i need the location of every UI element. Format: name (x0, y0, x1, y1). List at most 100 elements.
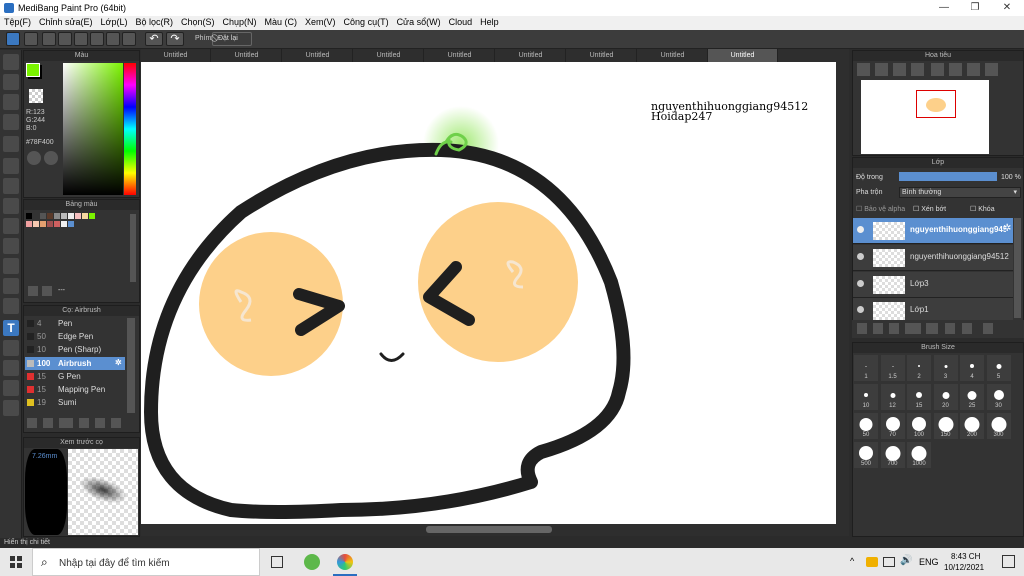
menu-tools[interactable]: Công cụ(T) (340, 16, 393, 28)
add-brush-icon[interactable] (27, 418, 37, 428)
folder-icon[interactable] (95, 418, 105, 428)
palette-scrollbar[interactable] (130, 214, 136, 282)
move-tool-icon[interactable] (3, 136, 19, 152)
duplicate-layer-icon[interactable] (945, 323, 955, 334)
clock-time[interactable]: 8:43 CH (951, 552, 980, 561)
menu-window[interactable]: Cửa sổ(W) (393, 16, 445, 28)
panel-icon[interactable] (106, 32, 120, 46)
menu-view[interactable]: Xem(V) (301, 16, 340, 28)
lasso-tool-icon[interactable] (3, 238, 19, 254)
brush-scrollbar[interactable] (127, 318, 135, 413)
trash-icon[interactable] (42, 286, 52, 296)
brush-item[interactable]: 15 Mapping Pen (25, 383, 125, 396)
brush-size-option[interactable]: 10 (854, 384, 878, 410)
layer-item[interactable]: nguyenthihuonggiang94512 (853, 245, 1013, 271)
brush-size-option[interactable]: 25 (960, 384, 984, 410)
palette-swatch[interactable] (54, 221, 60, 227)
new-page-icon[interactable] (28, 286, 38, 296)
redo-icon[interactable]: ↷ (166, 32, 184, 46)
palette-swatch[interactable] (40, 213, 46, 219)
protect-alpha-checkbox[interactable]: ☐ Bảo vệ alpha (856, 205, 905, 213)
tab-untitled[interactable]: Untitled (638, 49, 708, 62)
close-button[interactable]: ✕ (1000, 2, 1014, 13)
drawing-canvas[interactable]: nguyenthihuonggiang94512 Hoidap247 (141, 62, 836, 524)
brush-size-option[interactable]: 70 (880, 413, 905, 439)
menu-color[interactable]: Màu (C) (261, 16, 302, 28)
brush-size-option[interactable]: 15 (907, 384, 931, 410)
canvas-vertical-scrollbar[interactable] (836, 62, 849, 524)
upload-icon[interactable] (24, 32, 38, 46)
fit-icon[interactable] (893, 63, 906, 76)
palette-swatch[interactable] (40, 221, 46, 227)
brush-size-option[interactable]: 5 (986, 355, 1011, 381)
magic-wand-icon[interactable] (3, 258, 19, 274)
scrollbar-thumb[interactable] (426, 526, 552, 533)
network-icon[interactable] (883, 557, 895, 567)
chat-icon[interactable] (58, 32, 72, 46)
tab-untitled[interactable]: Untitled (567, 49, 637, 62)
brush-tool-icon[interactable] (3, 54, 19, 70)
eyedropper-icon[interactable] (3, 380, 19, 396)
lock-checkbox[interactable]: ☐ Khóa (970, 205, 995, 213)
brush-size-option[interactable]: 2 (907, 355, 931, 381)
reset-button[interactable]: ⃠ Đặt lại (212, 32, 252, 46)
tab-untitled[interactable]: Untitled (283, 49, 353, 62)
volume-icon[interactable]: 🔊 (900, 555, 912, 566)
brush-settings-icon[interactable] (79, 418, 89, 428)
blend-mode-select[interactable]: Bình thường ▾ (899, 187, 1021, 198)
task-view-icon[interactable] (271, 556, 283, 568)
palette-swatch[interactable] (61, 221, 67, 227)
layer-item[interactable]: Lớp3 (853, 272, 1013, 298)
comment-icon[interactable] (42, 32, 56, 46)
transparent-swatch[interactable] (29, 89, 43, 103)
new-halftone-layer-icon[interactable] (873, 323, 883, 334)
palette-swatch[interactable] (54, 213, 60, 219)
tray-app-icon[interactable] (866, 557, 878, 567)
palette-swatch[interactable] (68, 213, 74, 219)
chevron-up-icon[interactable]: ^ (850, 556, 854, 566)
merge-layer-icon[interactable] (962, 323, 972, 334)
brush-item-selected[interactable]: 100 Airbrush ✲ (25, 357, 125, 370)
fill-rect-icon[interactable] (3, 158, 19, 174)
brush-item[interactable]: 4 Pen (25, 317, 125, 330)
brush-size-option[interactable]: 4 (960, 355, 984, 381)
foreground-color-swatch[interactable] (26, 63, 40, 77)
palette-swatch[interactable] (75, 213, 81, 219)
brush-size-option[interactable]: 100 (907, 413, 931, 439)
reset-view-icon[interactable] (985, 63, 998, 76)
text-tool-icon[interactable]: T (3, 320, 19, 336)
brush-item[interactable]: 15 G Pen (25, 370, 125, 383)
layer-item-selected[interactable]: nguyenthihuonggiang94512 ✲ (853, 218, 1013, 244)
visibility-icon[interactable] (857, 226, 864, 233)
palette-swatch[interactable] (26, 221, 32, 227)
canvas-horizontal-scrollbar[interactable] (141, 524, 849, 536)
language-indicator[interactable]: ENG (919, 557, 939, 567)
tab-untitled[interactable]: Untitled (425, 49, 495, 62)
grid-icon[interactable] (90, 32, 104, 46)
notification-icon[interactable] (1002, 555, 1015, 568)
divide-tool-icon[interactable] (3, 360, 19, 376)
palette-swatch[interactable] (61, 213, 67, 219)
rect-tool-icon[interactable] (3, 94, 19, 110)
brush-size-option[interactable]: 3 (933, 355, 958, 381)
brush-size-option[interactable]: 200 (960, 413, 984, 439)
tab-untitled[interactable]: Untitled (354, 49, 424, 62)
brush-size-option[interactable]: 50 (854, 413, 878, 439)
brush-size-option[interactable]: 700 (880, 442, 905, 468)
visibility-icon[interactable] (857, 306, 864, 313)
palette-swatch[interactable] (47, 221, 53, 227)
duplicate-icon[interactable] (111, 418, 121, 428)
palette-swatch[interactable] (26, 213, 32, 219)
tab-untitled-active[interactable]: Untitled (708, 49, 778, 62)
pen-tool-icon[interactable] (3, 114, 19, 130)
tab-untitled[interactable]: Untitled (496, 49, 566, 62)
layer-menu-icon[interactable] (905, 323, 921, 334)
hand-tool-icon[interactable] (3, 400, 19, 416)
gear-icon[interactable]: ✲ (1003, 223, 1011, 234)
palette-swatch[interactable] (89, 213, 95, 219)
page-icon[interactable] (74, 32, 88, 46)
tab-untitled[interactable]: Untitled (141, 49, 211, 62)
brush-size-option[interactable]: 1000 (907, 442, 931, 468)
taskbar-search-box[interactable]: ⌕ Nhập tại đây để tìm kiếm (32, 548, 260, 576)
trash-icon[interactable] (983, 323, 993, 334)
